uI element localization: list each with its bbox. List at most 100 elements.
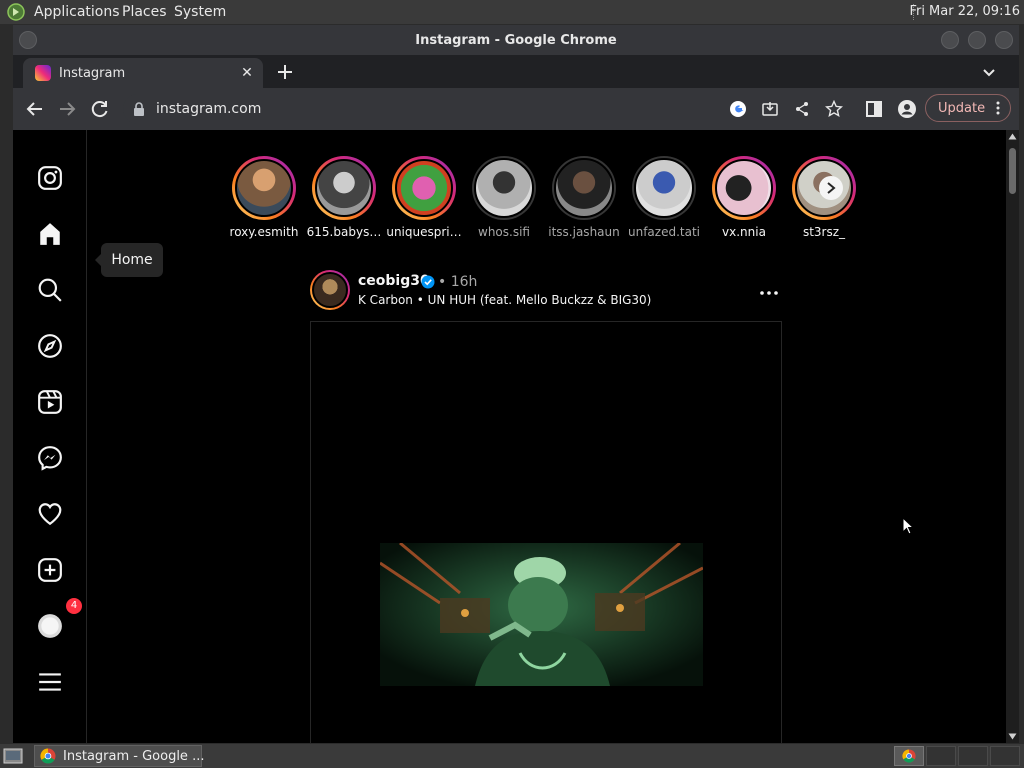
story-avatar-image bbox=[634, 158, 694, 218]
workspace-4[interactable] bbox=[990, 746, 1020, 766]
search-icon[interactable] bbox=[37, 277, 63, 303]
window-menu-button[interactable] bbox=[19, 31, 37, 49]
mouse-cursor-icon bbox=[902, 517, 914, 535]
more-menu-icon[interactable] bbox=[37, 669, 63, 695]
page-scrollbar[interactable] bbox=[1006, 130, 1019, 743]
url-text: instagram.com bbox=[156, 101, 262, 117]
close-window-button[interactable] bbox=[995, 31, 1013, 49]
google-lens-icon[interactable] bbox=[729, 100, 747, 118]
chevron-right-icon bbox=[827, 182, 836, 194]
story-avatar-image bbox=[715, 159, 773, 217]
story-item[interactable]: roxy.esmith bbox=[224, 156, 304, 239]
story-avatar-image bbox=[395, 159, 453, 217]
messenger-icon[interactable] bbox=[37, 445, 63, 471]
post-more-options-icon[interactable] bbox=[758, 282, 780, 304]
story-username: unfazed.tati bbox=[628, 225, 700, 239]
lock-icon[interactable] bbox=[133, 102, 145, 116]
kebab-menu-icon[interactable] bbox=[992, 101, 1004, 115]
create-plus-icon[interactable] bbox=[37, 557, 63, 583]
install-app-icon[interactable] bbox=[761, 100, 779, 118]
notifications-heart-icon[interactable] bbox=[37, 501, 63, 527]
taskbar-chrome-window[interactable]: Instagram - Google ... bbox=[34, 745, 205, 767]
update-button[interactable]: Update bbox=[925, 94, 1011, 122]
story-avatar[interactable] bbox=[312, 156, 376, 220]
workspace-1[interactable] bbox=[894, 746, 924, 766]
maximize-button[interactable] bbox=[968, 31, 986, 49]
browser-toolbar: instagram.com Update bbox=[13, 88, 1019, 130]
workspace-2[interactable] bbox=[926, 746, 956, 766]
desktop-top-panel: Applications Places System Fri Mar 22, 0… bbox=[0, 0, 1024, 24]
video-frame bbox=[380, 543, 703, 686]
tab-instagram[interactable]: Instagram ✕ bbox=[23, 58, 263, 88]
scrollbar-thumb[interactable] bbox=[1009, 148, 1016, 194]
verified-badge-icon bbox=[421, 275, 435, 289]
reels-icon[interactable] bbox=[37, 389, 63, 415]
story-avatar[interactable] bbox=[632, 156, 696, 220]
bookmark-star-icon[interactable] bbox=[825, 100, 843, 118]
post-audio-attribution[interactable]: K Carbon • UN HUH (feat. Mello Buckzz & … bbox=[358, 293, 651, 307]
story-item[interactable]: uniquespri… bbox=[384, 156, 464, 239]
story-avatar-image bbox=[235, 159, 293, 217]
story-username: st3rsz_ bbox=[802, 225, 846, 239]
story-item[interactable]: vx.nnia bbox=[704, 156, 784, 239]
tab-search-chevron-icon[interactable] bbox=[979, 62, 999, 82]
window-titlebar[interactable]: Instagram - Google Chrome bbox=[13, 25, 1019, 55]
instagram-logo-icon[interactable] bbox=[37, 165, 63, 191]
post-avatar[interactable] bbox=[310, 270, 350, 310]
story-item[interactable]: itss.jashaun bbox=[544, 156, 624, 239]
story-avatar[interactable] bbox=[232, 156, 296, 220]
forward-arrow-icon[interactable] bbox=[57, 99, 77, 119]
story-avatar-image bbox=[554, 158, 614, 218]
profile-icon[interactable] bbox=[897, 99, 917, 119]
menu-system[interactable]: System bbox=[174, 4, 226, 20]
story-avatar[interactable] bbox=[712, 156, 776, 220]
chrome-icon bbox=[40, 748, 56, 764]
show-desktop-icon[interactable] bbox=[3, 747, 23, 765]
menu-applications[interactable]: Applications bbox=[34, 4, 120, 20]
stories-next-button[interactable] bbox=[819, 176, 843, 200]
new-tab-icon[interactable] bbox=[275, 62, 295, 82]
address-bar[interactable]: instagram.com bbox=[123, 94, 913, 124]
story-avatar[interactable] bbox=[392, 156, 456, 220]
back-arrow-icon[interactable] bbox=[25, 99, 45, 119]
instagram-favicon-icon bbox=[35, 65, 51, 81]
post-timestamp[interactable]: • 16h bbox=[438, 274, 477, 290]
tab-title: Instagram bbox=[59, 66, 126, 81]
distro-logo-icon[interactable] bbox=[6, 3, 26, 21]
clock[interactable]: Fri Mar 22, 09:16 bbox=[909, 4, 1020, 19]
story-username: vx.nnia bbox=[722, 225, 766, 239]
story-item[interactable]: unfazed.tati bbox=[624, 156, 704, 239]
story-avatar[interactable] bbox=[552, 156, 616, 220]
story-avatar-image bbox=[474, 158, 534, 218]
messages-badge: 4 bbox=[66, 598, 82, 614]
home-icon[interactable] bbox=[37, 221, 63, 247]
taskbar-item-label: Instagram - Google ... bbox=[63, 749, 205, 764]
post-avatar-image bbox=[312, 272, 348, 308]
story-username: uniquespri… bbox=[386, 225, 462, 239]
share-icon[interactable] bbox=[793, 100, 811, 118]
profile-avatar-icon[interactable] bbox=[37, 613, 63, 639]
story-item[interactable]: 615.babys… bbox=[304, 156, 384, 239]
story-username: roxy.esmith bbox=[229, 225, 299, 239]
scroll-up-arrow-icon[interactable] bbox=[1008, 133, 1017, 140]
post-username[interactable]: ceobig30 bbox=[358, 273, 430, 289]
story-username: itss.jashaun bbox=[548, 225, 620, 239]
explore-compass-icon[interactable] bbox=[37, 333, 63, 359]
scroll-down-arrow-icon[interactable] bbox=[1008, 733, 1017, 740]
workspace-3[interactable] bbox=[958, 746, 988, 766]
instagram-sidebar: 4 bbox=[13, 130, 87, 743]
menu-places[interactable]: Places bbox=[122, 4, 167, 20]
post-video[interactable] bbox=[310, 321, 782, 743]
side-panel-icon[interactable] bbox=[864, 99, 884, 119]
tab-close-icon[interactable]: ✕ bbox=[237, 63, 257, 83]
story-avatar-image bbox=[315, 159, 373, 217]
story-avatar[interactable] bbox=[472, 156, 536, 220]
story-username: 615.babys… bbox=[306, 225, 382, 239]
story-username: whos.sifi bbox=[478, 225, 530, 239]
minimize-button[interactable] bbox=[941, 31, 959, 49]
update-label: Update bbox=[938, 101, 986, 116]
desktop-taskbar: Instagram - Google ... bbox=[0, 744, 1024, 768]
story-item[interactable]: whos.sifi bbox=[464, 156, 544, 239]
chrome-icon bbox=[902, 749, 916, 763]
reload-icon[interactable] bbox=[90, 99, 110, 119]
